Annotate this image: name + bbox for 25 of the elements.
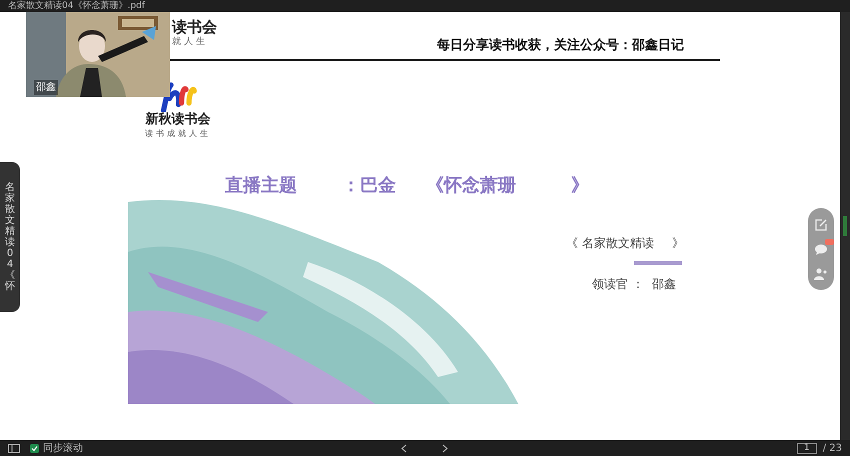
logo-name: 读书会 <box>170 18 217 36</box>
page-total: / 23 <box>822 442 842 456</box>
next-page-icon[interactable] <box>442 444 448 452</box>
title-text: 直播主题 <box>225 174 297 198</box>
video-name: 邵鑫 <box>34 80 58 95</box>
title-text: 》 <box>571 174 589 198</box>
logo-slogan: 就人生 <box>171 36 209 49</box>
reader-label: 领读官 ： <box>592 276 644 293</box>
sync-scroll-label: 同步滚动 <box>43 442 83 456</box>
reader-name: 邵鑫 <box>652 276 676 293</box>
sidebar-toggle-icon[interactable] <box>8 444 20 452</box>
side-tab[interactable]: 名家散文精读04《怀 <box>0 162 20 312</box>
header-text: 每日分享读书收获，关注公众号：邵鑫日记 <box>437 36 685 55</box>
title-text: ：巴金 <box>342 174 396 198</box>
title-text: 《怀念萧珊 <box>426 174 516 198</box>
logo-slogan: 读书成就人生 <box>145 128 211 140</box>
chat-icon[interactable] <box>814 244 828 254</box>
sync-scroll-checkbox[interactable] <box>30 444 39 452</box>
logo-name: 新秋读书会 <box>146 112 210 128</box>
page-field[interactable]: 1 <box>796 442 817 454</box>
series-text: 》 <box>672 235 684 252</box>
previous-page-icon[interactable] <box>401 444 407 452</box>
logo-icon <box>158 82 198 112</box>
window-title: 名家散文精读04《怀念萧珊》.pdf <box>8 0 145 12</box>
series-text: 《 名家散文精读 <box>566 235 654 252</box>
